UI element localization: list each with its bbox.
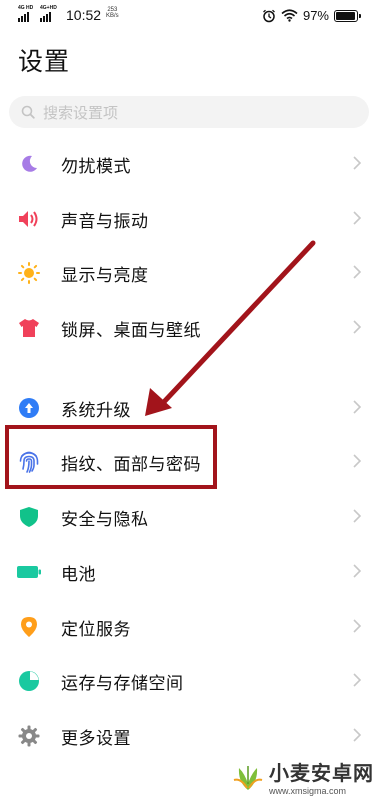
search-icon [21, 105, 35, 119]
settings-item-label: 显示与亮度 [61, 266, 149, 286]
settings-item-label: 安全与隐私 [61, 510, 149, 530]
moon-icon [17, 152, 41, 176]
chevron-right-icon [353, 156, 362, 170]
chevron-right-icon [353, 564, 362, 578]
settings-item-label: 定位服务 [61, 620, 131, 640]
settings-item-label: 锁屏、桌面与壁纸 [61, 321, 201, 341]
chevron-right-icon [353, 509, 362, 523]
battery-percent: 97% [302, 8, 329, 23]
settings-item-label: 电池 [61, 565, 96, 585]
watermark-logo [233, 765, 263, 790]
settings-item-lockscreen-wallpaper[interactable]: 锁屏、桌面与壁纸 [0, 300, 378, 354]
signal-type-label: 4G HD [18, 5, 34, 11]
battery-icon [334, 9, 361, 22]
status-bar: 4G HD 4G+HD 10:52 253 KB/s 97% [0, 0, 378, 32]
settings-item-more-settings[interactable]: 更多设置 [0, 708, 378, 762]
status-right: 97% [262, 8, 361, 23]
status-time: 10:52 [66, 7, 102, 23]
settings-item-label: 勿扰模式 [61, 157, 131, 177]
settings-item-label: 运存与存储空间 [61, 674, 184, 694]
chevron-right-icon [353, 211, 362, 225]
settings-item-label: 声音与振动 [61, 212, 149, 232]
chevron-right-icon [353, 619, 362, 633]
chevron-right-icon [353, 400, 362, 414]
upgrade-arrow-icon [17, 396, 41, 420]
pie-chart-icon [17, 669, 41, 693]
settings-item-sound-vibration[interactable]: 声音与振动 [0, 191, 378, 245]
search-input[interactable]: 搜索设置项 [9, 96, 369, 128]
signal-type-label: 4G+HD [40, 5, 57, 11]
settings-item-location[interactable]: 定位服务 [0, 599, 378, 653]
settings-item-do-not-disturb[interactable]: 勿扰模式 [0, 136, 378, 190]
watermark: 小麦安卓网 www.xmsigma.com [231, 757, 374, 796]
watermark-name: 小麦安卓网 [269, 761, 374, 785]
annotation-highlight-box [5, 425, 217, 489]
settings-item-label: 更多设置 [61, 729, 131, 749]
settings-item-security-privacy[interactable]: 安全与隐私 [0, 489, 378, 543]
tshirt-icon [17, 316, 41, 340]
watermark-url: www.xmsigma.com [269, 786, 347, 796]
speaker-icon [17, 207, 41, 231]
search-placeholder: 搜索设置项 [43, 103, 119, 122]
settings-item-label: 系统升级 [61, 401, 131, 421]
settings-item-display-brightness[interactable]: 显示与亮度 [0, 245, 378, 299]
sun-icon [17, 261, 41, 285]
gear-icon [17, 724, 41, 748]
cellular-signal-icon: 4G HD [18, 5, 34, 22]
chevron-right-icon [353, 728, 362, 742]
settings-item-memory-storage[interactable]: 运存与存储空间 [0, 653, 378, 707]
cellular-signal-icon: 4G+HD [40, 5, 57, 22]
chevron-right-icon [353, 673, 362, 687]
battery-item-icon [17, 560, 41, 584]
chevron-right-icon [353, 320, 362, 334]
signal-group: 4G HD 4G+HD [18, 5, 57, 22]
page-title: 设置 [18, 47, 71, 76]
settings-item-battery[interactable]: 电池 [0, 544, 378, 598]
chevron-right-icon [353, 265, 362, 279]
location-pin-icon [17, 615, 41, 639]
network-speed: 253 KB/s [106, 7, 119, 19]
wifi-icon [281, 9, 298, 22]
alarm-icon [263, 9, 275, 22]
shield-icon [17, 505, 41, 529]
network-speed-unit: KB/s [106, 13, 119, 19]
chevron-right-icon [353, 454, 362, 468]
